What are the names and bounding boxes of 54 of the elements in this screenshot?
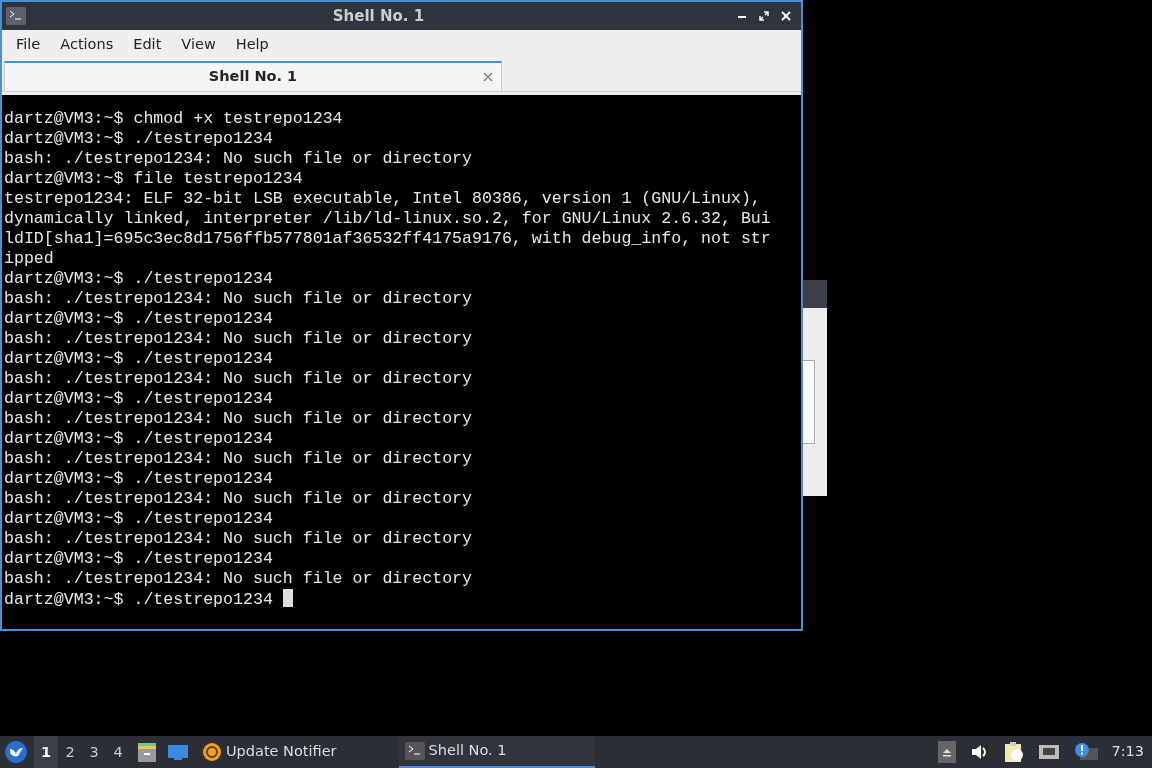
- menu-item[interactable]: Help: [225, 32, 279, 58]
- terminal-line: dynamically linked, interpreter /lib/ld-linux.so.2, for GNU/Linux 2.6.32, Bui: [4, 209, 772, 229]
- terminal-line: bash: ./testrepo1234: No such file or directory: [4, 489, 474, 509]
- terminal-line: dartz@VM3:~$ ./testrepo1234: [4, 389, 274, 409]
- terminal-line: bash: ./testrepo1234: No such file or directory: [4, 409, 474, 429]
- maximize-icon: [759, 11, 769, 21]
- desktop-button[interactable]: 3: [82, 736, 106, 768]
- close-icon: [483, 72, 493, 82]
- terminal-line: bash: ./testrepo1234: No such file or directory: [4, 149, 474, 169]
- terminal-line: bash: ./testrepo1234: No such file or directory: [4, 329, 474, 349]
- menu-item[interactable]: Edit: [123, 32, 172, 58]
- clock: 7:13: [1111, 742, 1144, 762]
- terminal-line: dartz@VM3:~$ ./testrepo1234: [4, 349, 274, 369]
- terminal-line: bash: ./testrepo1234: No such file or directory: [4, 569, 474, 589]
- terminal-line: dartz@VM3:~$ ./testrepo1234: [4, 269, 274, 289]
- terminal-line: dartz@VM3:~$ ./testrepo1234: [4, 129, 274, 149]
- start-menu-icon[interactable]: [4, 740, 28, 764]
- terminal-line: testrepo1234: ELF 32-bit LSB executable, Intel 80386, version 1 (GNU/Linux),: [4, 189, 762, 209]
- close-tab-button[interactable]: [483, 72, 493, 82]
- terminal-icon: [404, 742, 425, 760]
- terminal-line: dartz@VM3:~$ ./testrepo1234: [4, 429, 274, 449]
- input-field[interactable]: [803, 360, 815, 444]
- terminal-line: bash: ./testrepo1234: No such file or directory: [4, 449, 474, 469]
- window-title: Shell No. 1: [331, 5, 426, 27]
- desktop-button[interactable]: 4: [106, 736, 130, 768]
- menu-item[interactable]: File: [6, 32, 51, 58]
- eject-icon[interactable]: [938, 741, 957, 763]
- terminal-line: bash: ./testrepo1234: No such file or directory: [4, 289, 474, 309]
- terminal-line: dartz@VM3:~$ chmod +x testrepo1234: [4, 109, 344, 129]
- desktop-button[interactable]: 1: [34, 736, 58, 768]
- terminal-line: dartz@VM3:~$ ./testrepo1234: [4, 469, 274, 489]
- network-icon[interactable]: [1038, 743, 1061, 761]
- desktop-button[interactable]: 2: [58, 736, 82, 768]
- terminal-line: dartz@VM3:~$ ./testrepo1234: [4, 309, 274, 329]
- terminal-line: ldID[sha1]=695c3ec8d1756ffb577801af36532ff4175a9176, with debug_info, not str: [4, 229, 772, 249]
- terminal-line: dartz@VM3:~$ ./testrepo1234: [4, 509, 274, 529]
- clipboard-icon[interactable]: [1004, 741, 1025, 763]
- file-cabinet-icon[interactable]: [136, 741, 158, 763]
- notification-icon[interactable]: [1074, 742, 1099, 762]
- terminal-icon: [6, 7, 26, 25]
- terminal-line: bash: ./testrepo1234: No such file or directory: [4, 369, 474, 389]
- menu-item[interactable]: View: [171, 32, 226, 58]
- terminal-line: dartz@VM3:~$ file testrepo1234: [4, 169, 304, 189]
- taskbar-button[interactable]: Shell No. 1: [398, 736, 595, 768]
- close-icon: [781, 11, 791, 21]
- menu-item[interactable]: Actions: [50, 32, 124, 58]
- desktop-icon[interactable]: [166, 742, 190, 762]
- terminal-line: ipped: [4, 249, 55, 269]
- taskbar-button[interactable]: Update Notifier: [196, 736, 343, 768]
- update-icon: [202, 742, 222, 762]
- tab[interactable]: Shell No. 1: [4, 61, 502, 91]
- terminal-line: dartz@VM3:~$ ./testrepo1234: [4, 549, 274, 569]
- terminal-line: bash: ./testrepo1234: No such file or directory: [4, 529, 474, 549]
- terminal-line: dartz@VM3:~$ ./testrepo1234: [4, 589, 801, 610]
